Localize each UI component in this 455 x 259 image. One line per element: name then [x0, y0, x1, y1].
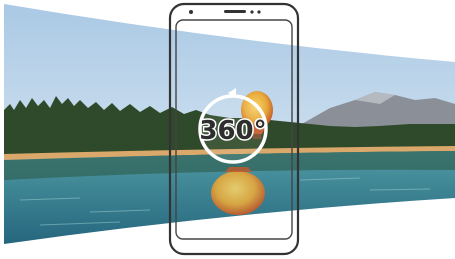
phone-speaker-icon — [224, 10, 246, 13]
badge-label: 360° — [199, 116, 266, 146]
phone-camera-icon — [189, 10, 193, 14]
panorama-svg: 360° — [4, 2, 455, 256]
panorama-illustration: 360° — [0, 0, 455, 259]
